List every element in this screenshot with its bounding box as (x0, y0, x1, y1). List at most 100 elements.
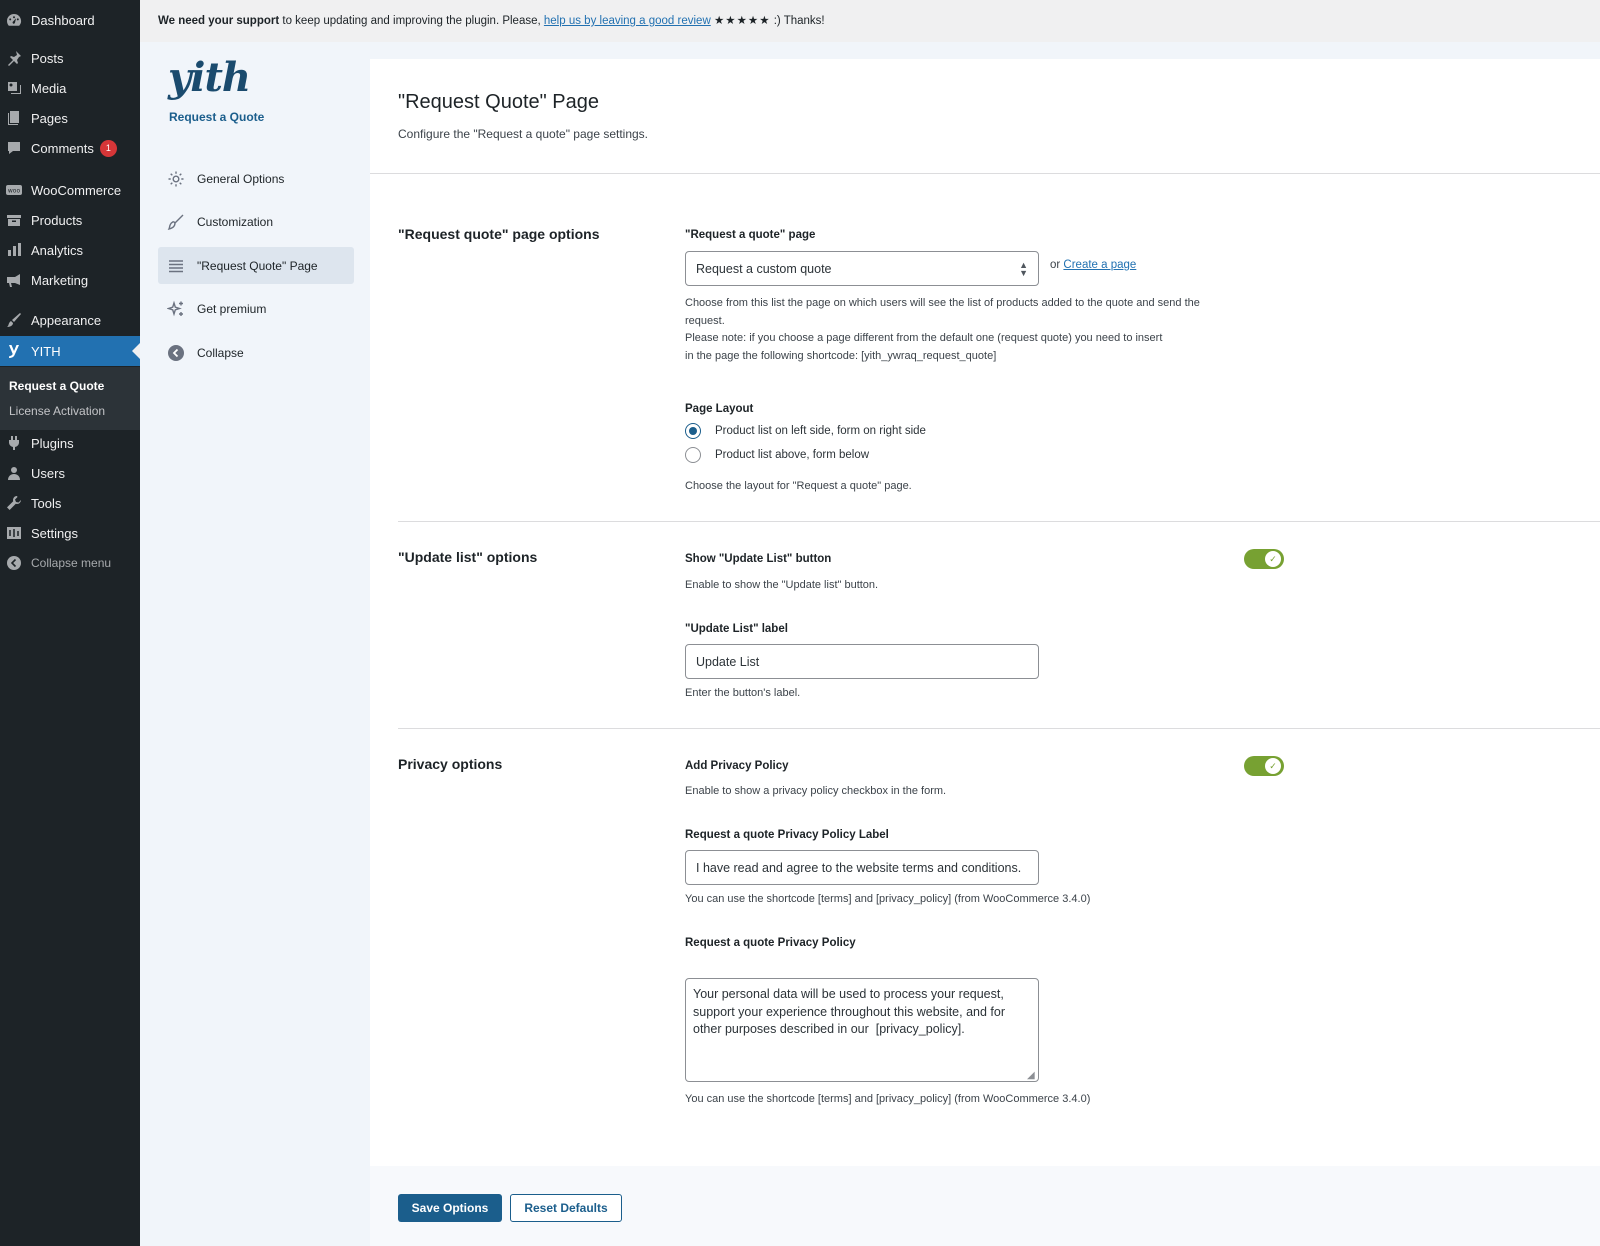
privacy-policy-textarea[interactable]: Your personal data will be used to proce… (685, 978, 1039, 1082)
menu-item-pages[interactable]: Pages (0, 103, 140, 133)
plugin-icon (6, 435, 22, 451)
submenu-item-request-a-quote[interactable]: Request a Quote (0, 374, 140, 399)
notice-text: to keep updating and improving the plugi… (279, 15, 544, 27)
support-notice: We need your support to keep updating an… (158, 13, 825, 27)
show-update-list-label: Show "Update List" button (685, 553, 832, 565)
nav-item-label: Collapse (197, 345, 244, 360)
section-divider (398, 728, 1600, 729)
reset-defaults-button[interactable]: Reset Defaults (510, 1194, 622, 1222)
user-icon (6, 465, 22, 481)
layout-option-side-by-side[interactable]: Product list on left side, form on right… (685, 423, 926, 439)
check-icon: ✓ (1265, 551, 1281, 567)
gear-icon (167, 170, 185, 188)
show-update-list-description: Enable to show the "Update list" button. (685, 579, 879, 591)
yith-submenu: Request a Quote License Activation (0, 367, 140, 430)
radio-unchecked[interactable] (685, 447, 701, 463)
collapse-icon (167, 344, 185, 362)
section-divider (398, 521, 1600, 522)
quote-page-select[interactable]: Request a custom quote ▲ ▼ (685, 251, 1039, 286)
list-icon (167, 257, 185, 275)
section-title-privacy: Privacy options (398, 756, 503, 772)
menu-item-label: Collapse menu (31, 556, 112, 570)
menu-item-label: Settings (31, 525, 78, 541)
menu-item-media[interactable]: Media (0, 73, 140, 103)
media-icon (6, 80, 22, 96)
settings-content: "Request Quote" Page Configure the "Requ… (370, 59, 1600, 1246)
menu-item-label: Comments (31, 140, 94, 156)
review-link[interactable]: help us by leaving a good review (544, 15, 711, 27)
privacy-label-input[interactable] (685, 850, 1039, 885)
or-text: or (1050, 259, 1064, 271)
menu-item-comments[interactable]: Comments 1 (0, 133, 140, 163)
update-list-label-label: "Update List" label (685, 623, 788, 635)
create-page-wrap: or Create a page (1050, 259, 1136, 271)
privacy-policy-label: Request a quote Privacy Policy (685, 937, 856, 949)
quote-page-desc-line: in the page the following shortcode: [yi… (685, 349, 997, 362)
menu-item-label: Pages (31, 110, 68, 126)
bar-chart-icon (6, 242, 22, 258)
menu-item-label: Tools (31, 495, 62, 511)
sparkle-icon (167, 300, 185, 318)
show-update-list-toggle[interactable]: ✓ (1244, 549, 1284, 569)
nav-get-premium[interactable]: Get premium (158, 290, 354, 327)
wrench-icon (6, 495, 22, 511)
collapse-icon (6, 555, 22, 571)
dashboard-icon (6, 12, 22, 28)
nav-request-quote-page[interactable]: "Request Quote" Page (158, 247, 354, 284)
nav-general-options[interactable]: General Options (158, 160, 354, 197)
layout-option-stacked[interactable]: Product list above, form below (685, 447, 869, 463)
comments-count-badge: 1 (99, 139, 117, 157)
update-list-label-input[interactable] (685, 644, 1039, 679)
quote-page-desc-line: request. (685, 314, 725, 327)
select-arrows-icon: ▲ ▼ (1019, 259, 1028, 278)
svg-text:woo: woo (8, 188, 21, 195)
megaphone-icon (6, 272, 22, 288)
plugin-name: Request a Quote (169, 110, 265, 124)
add-privacy-policy-toggle[interactable]: ✓ (1244, 756, 1284, 776)
page-description: Configure the "Request a quote" page set… (398, 127, 649, 141)
update-list-label-description: Enter the button's label. (685, 687, 801, 699)
menu-item-label: Products (31, 212, 83, 228)
menu-item-yith[interactable]: YITH (0, 336, 140, 366)
menu-item-appearance[interactable]: Appearance (0, 305, 140, 335)
nav-item-label: "Request Quote" Page (197, 258, 318, 273)
nav-collapse[interactable]: Collapse (158, 334, 354, 371)
menu-item-woocommerce[interactable]: woo WooCommerce (0, 175, 140, 205)
menu-item-tools[interactable]: Tools (0, 488, 140, 518)
menu-item-label: Dashboard (31, 12, 95, 28)
privacy-label-description: You can use the shortcode [terms] and [p… (685, 893, 1091, 905)
current-menu-arrow (132, 343, 140, 359)
menu-item-analytics[interactable]: Analytics (0, 235, 140, 265)
brush-icon (6, 312, 22, 328)
quote-page-selected-value: Request a custom quote (696, 261, 832, 276)
menu-item-label: Media (31, 80, 67, 96)
yith-logo: yith (168, 54, 251, 101)
menu-item-label: WooCommerce (31, 182, 122, 198)
nav-customization[interactable]: Customization (158, 203, 354, 240)
menu-item-label: Marketing (31, 272, 89, 288)
check-icon: ✓ (1265, 758, 1281, 774)
collapse-menu-button[interactable]: Collapse menu (0, 548, 140, 578)
save-options-button[interactable]: Save Options (398, 1194, 502, 1222)
menu-item-marketing[interactable]: Marketing (0, 265, 140, 295)
resize-handle-icon[interactable]: ◢ (1027, 1070, 1035, 1081)
menu-item-label: Plugins (31, 435, 74, 451)
rating-stars: ★★★★★ (713, 15, 771, 27)
menu-item-label: YITH (31, 343, 61, 359)
menu-item-settings[interactable]: Settings (0, 518, 140, 548)
radio-checked[interactable] (685, 423, 701, 439)
page-title: "Request Quote" Page (398, 91, 599, 113)
create-page-link[interactable]: Create a page (1063, 259, 1136, 271)
menu-item-products[interactable]: Products (0, 205, 140, 235)
menu-item-dashboard[interactable]: Dashboard (0, 5, 140, 35)
plugin-nav: yith Request a Quote General Options Cus… (140, 42, 370, 1246)
menu-item-posts[interactable]: Posts (0, 43, 140, 73)
submenu-item-license-activation[interactable]: License Activation (0, 399, 140, 424)
menu-item-plugins[interactable]: Plugins (0, 428, 140, 458)
quote-page-desc-line: Please note: if you choose a page differ… (685, 332, 1163, 344)
add-privacy-policy-label: Add Privacy Policy (685, 760, 789, 772)
pin-icon (6, 50, 22, 66)
menu-item-label: Posts (31, 50, 64, 66)
menu-item-users[interactable]: Users (0, 458, 140, 488)
nav-item-label: Customization (197, 214, 274, 229)
